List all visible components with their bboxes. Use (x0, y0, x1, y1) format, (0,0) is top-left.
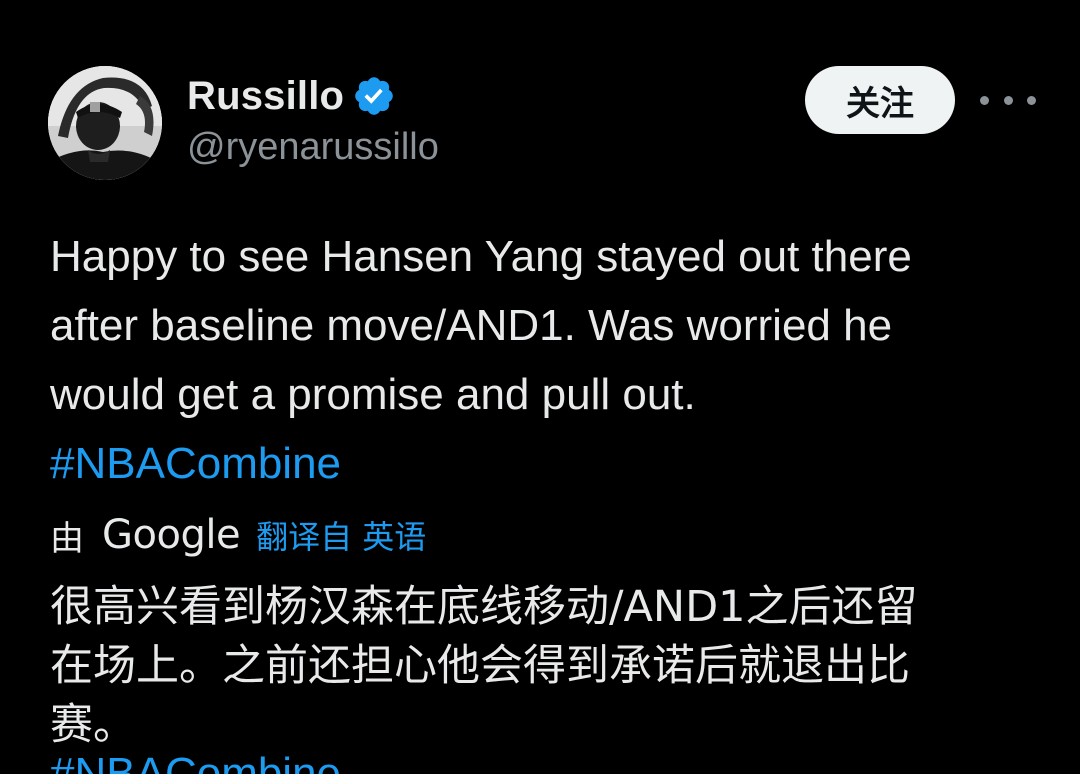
author-display-name[interactable]: Russillo (187, 74, 344, 119)
follow-button[interactable]: 关注 (805, 66, 955, 134)
hashtag-link[interactable]: #NBACombine (50, 429, 1040, 498)
translated-text-line: 赛。 (50, 700, 136, 750)
avatar[interactable] (48, 66, 162, 180)
avatar-photo-icon (48, 66, 162, 180)
author-handle[interactable]: @ryenarussillo (187, 126, 439, 169)
tweet-text-line: after baseline move/AND1. Was worried he (50, 301, 893, 350)
tweet-header: Russillo @ryenarussillo 关注 (0, 0, 1080, 200)
translation-source-link[interactable]: 翻译自 英语 (256, 512, 426, 558)
verified-badge-icon (352, 74, 396, 118)
dot-icon (1027, 95, 1036, 105)
translated-text-line: 很高兴看到杨汉森在底线移动/AND1之后还留 (50, 582, 918, 632)
dot-icon (980, 95, 989, 105)
tweet-text: Happy to see Hansen Yang stayed out ther… (50, 222, 1040, 498)
google-logo: Google (102, 512, 241, 558)
dot-icon (1003, 95, 1013, 105)
more-horizontal-icon[interactable] (980, 82, 1036, 118)
tweet-text-line: would get a promise and pull out. (50, 370, 696, 419)
translated-text-line: 在场上。之前还担心他会得到承诺后就退出比 (50, 641, 910, 691)
translation-attribution: 由 Google 翻译自 英语 (50, 505, 426, 565)
translated-by-label: 由 (50, 518, 84, 559)
author-name-row: Russillo (187, 68, 396, 124)
translated-hashtag-link[interactable]: #NBACombine (50, 749, 341, 774)
translated-text: 很高兴看到杨汉森在底线移动/AND1之后还留 在场上。之前还担心他会得到承诺后就… (50, 578, 1040, 755)
tweet-text-line: Happy to see Hansen Yang stayed out ther… (50, 232, 912, 281)
